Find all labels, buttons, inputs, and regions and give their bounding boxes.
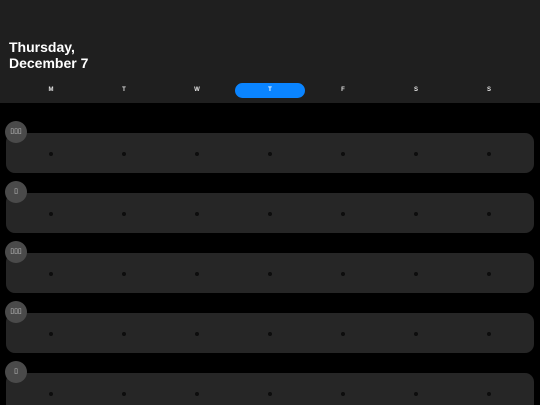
day-check-dot[interactable]: [341, 212, 345, 216]
day-check-dot[interactable]: [122, 392, 126, 396]
day-check-dot[interactable]: [268, 152, 272, 156]
header: Thursday, December 7 MTWTFSS: [0, 0, 540, 103]
day-check-dot[interactable]: [195, 212, 199, 216]
day-check-dot[interactable]: [487, 212, 491, 216]
habit-row: ▯: [0, 181, 540, 233]
day-check-dot[interactable]: [341, 392, 345, 396]
weekday-selector: MTWTFSS: [14, 83, 526, 99]
day-check-dot[interactable]: [341, 332, 345, 336]
weekday-tab-5[interactable]: F: [308, 83, 378, 98]
day-check-dot[interactable]: [487, 392, 491, 396]
day-check-dot[interactable]: [49, 392, 53, 396]
habit-row: ▯▯▯: [0, 301, 540, 353]
habit-card[interactable]: [6, 133, 534, 173]
day-check-dot[interactable]: [268, 212, 272, 216]
weekday-tab-7[interactable]: S: [454, 83, 524, 98]
habit-card[interactable]: [6, 193, 534, 233]
weekday-tab-1[interactable]: M: [16, 83, 86, 98]
day-check-dot[interactable]: [195, 152, 199, 156]
page-title: Thursday, December 7: [9, 39, 88, 71]
day-check-dot[interactable]: [49, 212, 53, 216]
weekday-tab-4[interactable]: T: [235, 83, 305, 98]
habit-row: ▯▯▯: [0, 241, 540, 293]
emoji-icon: ▯: [5, 181, 27, 203]
title-date: December 7: [9, 55, 89, 71]
emoji-icon: ▯: [5, 361, 27, 383]
weekday-tab-2[interactable]: T: [89, 83, 159, 98]
habit-card[interactable]: [6, 313, 534, 353]
title-day: Thursday,: [9, 39, 75, 55]
emoji-icon: ▯▯▯: [5, 301, 27, 323]
day-check-dot[interactable]: [487, 152, 491, 156]
day-check-dot[interactable]: [268, 392, 272, 396]
day-check-dot[interactable]: [414, 212, 418, 216]
day-check-dot[interactable]: [49, 332, 53, 336]
day-check-dot[interactable]: [195, 272, 199, 276]
emoji-icon: ▯▯▯: [5, 241, 27, 263]
day-check-dot[interactable]: [49, 152, 53, 156]
habit-row: ▯▯▯: [0, 121, 540, 173]
day-check-dot[interactable]: [122, 212, 126, 216]
day-check-dot[interactable]: [122, 152, 126, 156]
day-check-dot[interactable]: [122, 332, 126, 336]
day-check-dot[interactable]: [341, 152, 345, 156]
day-check-dot[interactable]: [414, 392, 418, 396]
day-check-dot[interactable]: [487, 332, 491, 336]
day-check-dot[interactable]: [341, 272, 345, 276]
weekday-tab-6[interactable]: S: [381, 83, 451, 98]
emoji-icon: ▯▯▯: [5, 121, 27, 143]
day-check-dot[interactable]: [487, 272, 491, 276]
habit-tracker-app: Thursday, December 7 MTWTFSS ▯▯▯ ▯ ▯▯▯ ▯▯▯ ▯: [0, 0, 540, 405]
habit-card[interactable]: [6, 373, 534, 405]
weekday-tab-3[interactable]: W: [162, 83, 232, 98]
day-check-dot[interactable]: [49, 272, 53, 276]
day-check-dot[interactable]: [195, 332, 199, 336]
day-check-dot[interactable]: [414, 152, 418, 156]
day-check-dot[interactable]: [268, 332, 272, 336]
habit-card[interactable]: [6, 253, 534, 293]
day-check-dot[interactable]: [414, 332, 418, 336]
day-check-dot[interactable]: [122, 272, 126, 276]
day-check-dot[interactable]: [414, 272, 418, 276]
habit-row: ▯: [0, 361, 540, 405]
day-check-dot[interactable]: [268, 272, 272, 276]
day-check-dot[interactable]: [195, 392, 199, 396]
